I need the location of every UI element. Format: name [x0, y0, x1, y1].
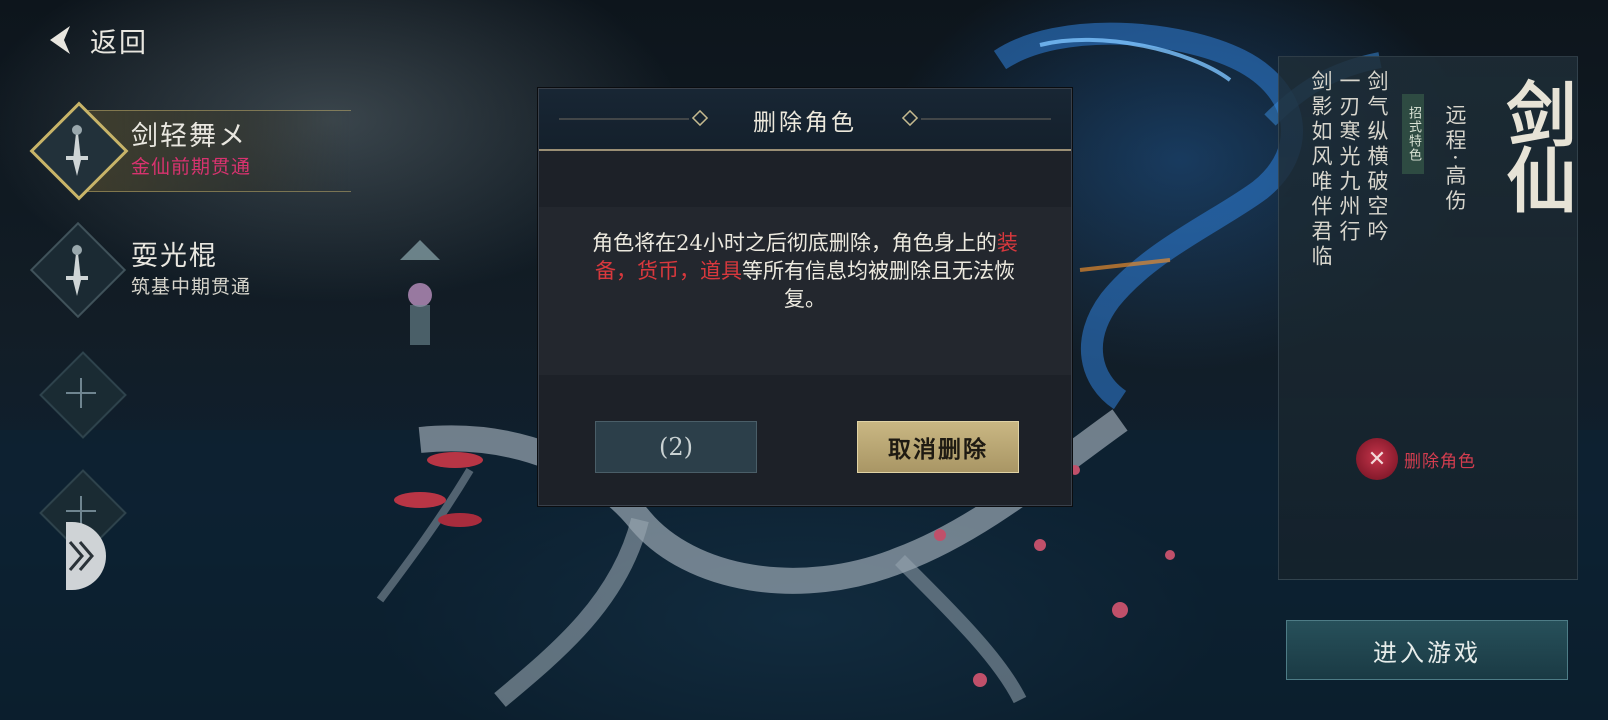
character-slot-1[interactable]: 剑轻舞メ 金仙前期贯通 [29, 101, 351, 201]
character-name: 耍光棍 [131, 241, 218, 272]
dialog-title: 删除角色 [753, 110, 857, 136]
delete-role-label: 删除角色 [1404, 451, 1476, 472]
message-part-2: 等所有信息均被删除且无法恢复。 [742, 259, 1015, 311]
poem-line-1: 剑气纵横破空吟 [1365, 70, 1389, 245]
enter-game-button[interactable]: 进入游戏 [1286, 620, 1568, 680]
feature-tag: 招式特色 [1402, 94, 1424, 174]
cancel-delete-button[interactable]: 取消删除 [857, 421, 1019, 473]
sword-emblem-icon [66, 244, 88, 296]
back-button[interactable]: 返回 [40, 18, 148, 62]
character-realm: 筑基中期贯通 [131, 276, 252, 298]
double-chevron-right-icon [68, 541, 94, 571]
class-name: 剑仙 [1495, 78, 1578, 210]
character-select-screen: 返回 剑轻舞メ 金仙前期贯通 耍光棍 筑基中期贯通 剑仙 远程·高伤 招式特色 … [0, 0, 1608, 720]
attack-type: 远程·高伤 [1443, 104, 1467, 215]
delete-role-button[interactable]: ✕ 删除角色 [1356, 438, 1476, 480]
character-name: 剑轻舞メ [131, 121, 247, 152]
chevron-left-icon [50, 26, 70, 54]
poem-line-2: 一刃寒光九州行 [1337, 70, 1361, 245]
character-realm: 金仙前期贯通 [131, 156, 252, 178]
delete-role-icon: ✕ [1356, 438, 1398, 480]
plus-icon [66, 378, 96, 408]
empty-character-slot-1[interactable] [39, 351, 127, 439]
expand-list-button[interactable] [66, 522, 106, 590]
poem-line-3: 剑影如风唯伴君临 [1309, 70, 1333, 270]
sword-emblem-icon [66, 124, 88, 176]
delete-role-dialog: 删除角色 角色将在24小时之后彻底删除，角色身上的装备，货币，道具等所有信息均被… [538, 88, 1072, 506]
character-slot-2[interactable]: 耍光棍 筑基中期贯通 [29, 221, 316, 319]
back-label: 返回 [90, 27, 148, 59]
message-part-1: 角色将在24小时之后彻底删除，角色身上的 [592, 231, 997, 255]
dialog-message: 角色将在24小时之后彻底删除，角色身上的装备，货币，道具等所有信息均被删除且无法… [579, 229, 1031, 313]
confirm-countdown-button[interactable]: (2) [595, 421, 757, 473]
